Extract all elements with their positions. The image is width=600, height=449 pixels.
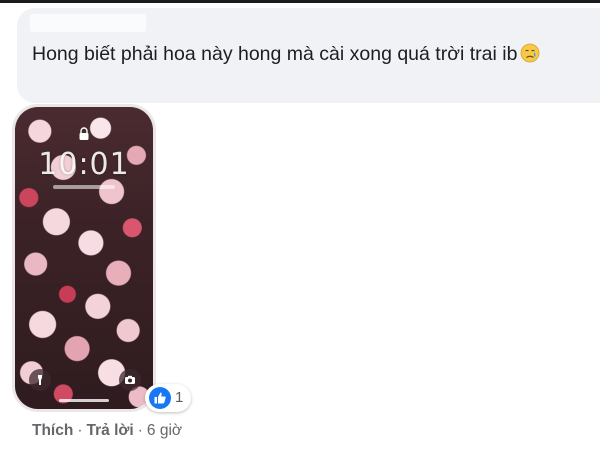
comment-body: Hong biết phải hoa này hong mà cài xong … (32, 43, 518, 65)
like-icon (149, 387, 171, 409)
separator: · (77, 422, 83, 439)
reaction-summary[interactable]: 1 (145, 384, 191, 412)
like-link[interactable]: Thích (32, 422, 73, 439)
comment-text: Hong biết phải hoa này hong mà cài xong … (32, 38, 592, 70)
separator: · (137, 422, 143, 439)
lockscreen-date (53, 185, 115, 189)
sad-tear-emoji-icon (520, 41, 540, 63)
comment-actions: Thích · Trả lời · 6 giờ (32, 422, 182, 440)
reaction-count: 1 (175, 389, 184, 406)
reply-link[interactable]: Trả lời (87, 422, 134, 439)
camera-icon (119, 369, 141, 391)
lock-icon (79, 127, 89, 140)
author-name-redacted[interactable] (30, 14, 146, 32)
comment-bubble: Hong biết phải hoa này hong mà cài xong … (17, 8, 600, 103)
top-edge-bar (0, 0, 600, 3)
lockscreen-attachment-image[interactable]: 10:01 (12, 104, 156, 412)
timestamp[interactable]: 6 giờ (147, 422, 182, 439)
lockscreen-clock: 10:01 (38, 147, 130, 182)
flashlight-icon (29, 369, 51, 391)
flower-wallpaper: 10:01 (15, 107, 153, 409)
home-indicator (59, 399, 109, 402)
